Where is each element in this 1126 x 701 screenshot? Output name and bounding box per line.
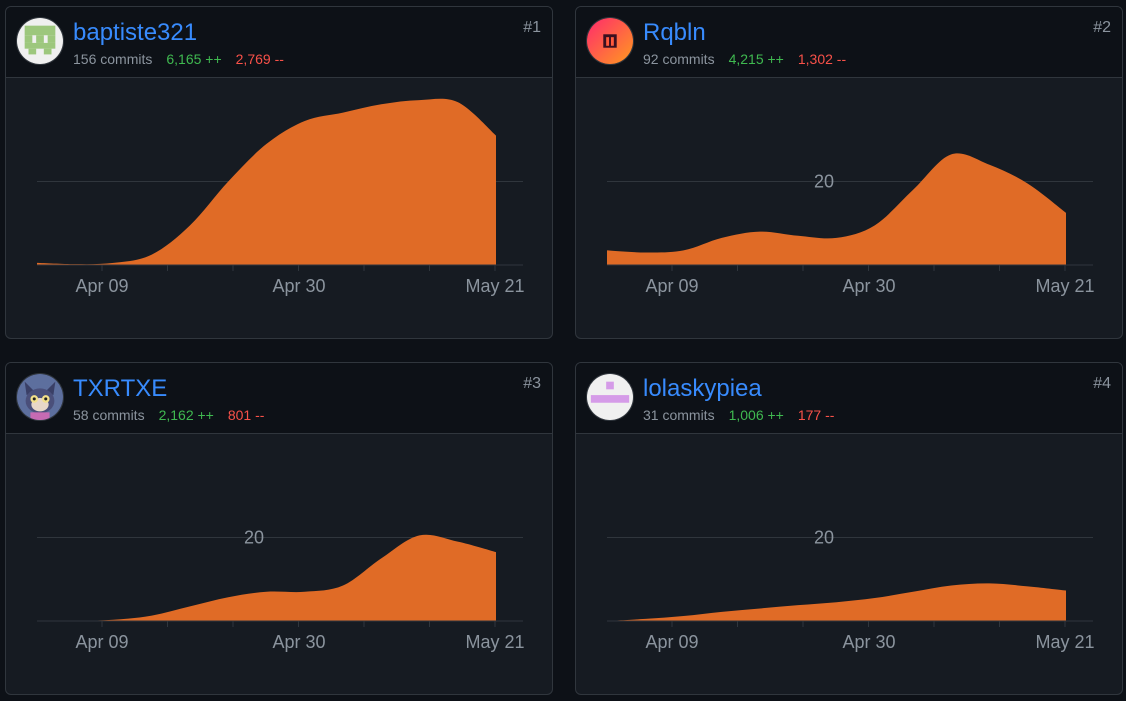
username-link[interactable]: baptiste321 (73, 19, 197, 47)
rank-label: #1 (523, 19, 541, 36)
contribution-chart: 20 Apr 09 Apr 30 May 21 (576, 434, 1122, 694)
x-tick-label: Apr 09 (75, 632, 128, 652)
contributor-card-4: lolaskypiea 31 commits 1,006 ++ 177 -- #4 … (575, 362, 1123, 695)
commit-area-series (607, 153, 1066, 265)
green-pixel-identicon-icon (17, 18, 63, 64)
contribution-stats: 31 commits 1,006 ++ 177 -- (643, 406, 834, 424)
rank-label: #2 (1093, 19, 1111, 36)
card-header: lolaskypiea 31 commits 1,006 ++ 177 -- #4 (576, 363, 1122, 434)
x-tick-label: Apr 09 (75, 276, 128, 296)
commit-count[interactable]: 92 commits (643, 51, 715, 67)
deletions-count: 801 -- (227, 407, 265, 423)
contributor-card-1: baptiste321 156 commits 6,165 ++ 2,769 -- … (5, 6, 553, 339)
gridline-label: 20 (814, 528, 834, 548)
avatar[interactable] (16, 373, 64, 421)
card-header: Rqbln 92 commits 4,215 ++ 1,302 -- #2 (576, 7, 1122, 78)
avatar[interactable] (586, 373, 634, 421)
contribution-chart: 20 Apr 09 Apr 30 May 21 (576, 78, 1122, 338)
commit-count[interactable]: 31 commits (643, 407, 715, 423)
commit-count[interactable]: 156 commits (73, 51, 152, 67)
gradient-logo-icon (587, 18, 633, 64)
contributor-card-2: Rqbln 92 commits 4,215 ++ 1,302 -- #2 20 Ap… (575, 6, 1123, 339)
x-tick-label: May 21 (1035, 632, 1094, 652)
commit-area-series (37, 534, 496, 621)
pink-pixel-identicon-icon (587, 374, 633, 420)
deletions-count: 2,769 -- (235, 51, 284, 67)
username-link[interactable]: Rqbln (643, 19, 706, 47)
cartoon-cat-avatar-icon (17, 374, 63, 420)
deletions-count: 177 -- (797, 407, 835, 423)
username-link[interactable]: lolaskypiea (643, 375, 762, 403)
deletions-count: 1,302 -- (797, 51, 847, 67)
gridline-label: 20 (244, 528, 264, 548)
x-tick-label: Apr 30 (842, 632, 895, 652)
contribution-chart: 20 Apr 09 Apr 30 May 21 (6, 434, 552, 694)
x-tick-label: Apr 09 (645, 632, 698, 652)
x-tick-label: Apr 30 (272, 276, 325, 296)
rank-label: #3 (523, 375, 541, 392)
additions-count: 1,006 ++ (728, 407, 784, 423)
gridline-label: 20 (814, 172, 834, 192)
rank-label: #4 (1093, 375, 1111, 392)
x-tick-label: Apr 30 (842, 276, 895, 296)
avatar[interactable] (586, 17, 634, 65)
commit-area-series (607, 583, 1066, 621)
x-tick-label: Apr 30 (272, 632, 325, 652)
contribution-stats: 156 commits 6,165 ++ 2,769 -- (73, 50, 284, 68)
contribution-stats: 92 commits 4,215 ++ 1,302 -- (643, 50, 846, 68)
x-tick-label: Apr 09 (645, 276, 698, 296)
additions-count: 6,165 ++ (166, 51, 222, 67)
commit-count[interactable]: 58 commits (73, 407, 145, 423)
contribution-stats: 58 commits 2,162 ++ 801 -- (73, 406, 264, 424)
x-tick-label: May 21 (465, 276, 524, 296)
card-header: baptiste321 156 commits 6,165 ++ 2,769 -- … (6, 7, 552, 78)
additions-count: 2,162 ++ (158, 407, 214, 423)
card-header: TXRTXE 58 commits 2,162 ++ 801 -- #3 (6, 363, 552, 434)
avatar[interactable] (16, 17, 64, 65)
contributor-card-3: TXRTXE 58 commits 2,162 ++ 801 -- #3 20 Apr… (5, 362, 553, 695)
username-link[interactable]: TXRTXE (73, 375, 167, 403)
contribution-chart: Apr 09 Apr 30 May 21 (6, 78, 552, 338)
x-tick-label: May 21 (1035, 276, 1094, 296)
x-tick-label: May 21 (465, 632, 524, 652)
additions-count: 4,215 ++ (728, 51, 784, 67)
